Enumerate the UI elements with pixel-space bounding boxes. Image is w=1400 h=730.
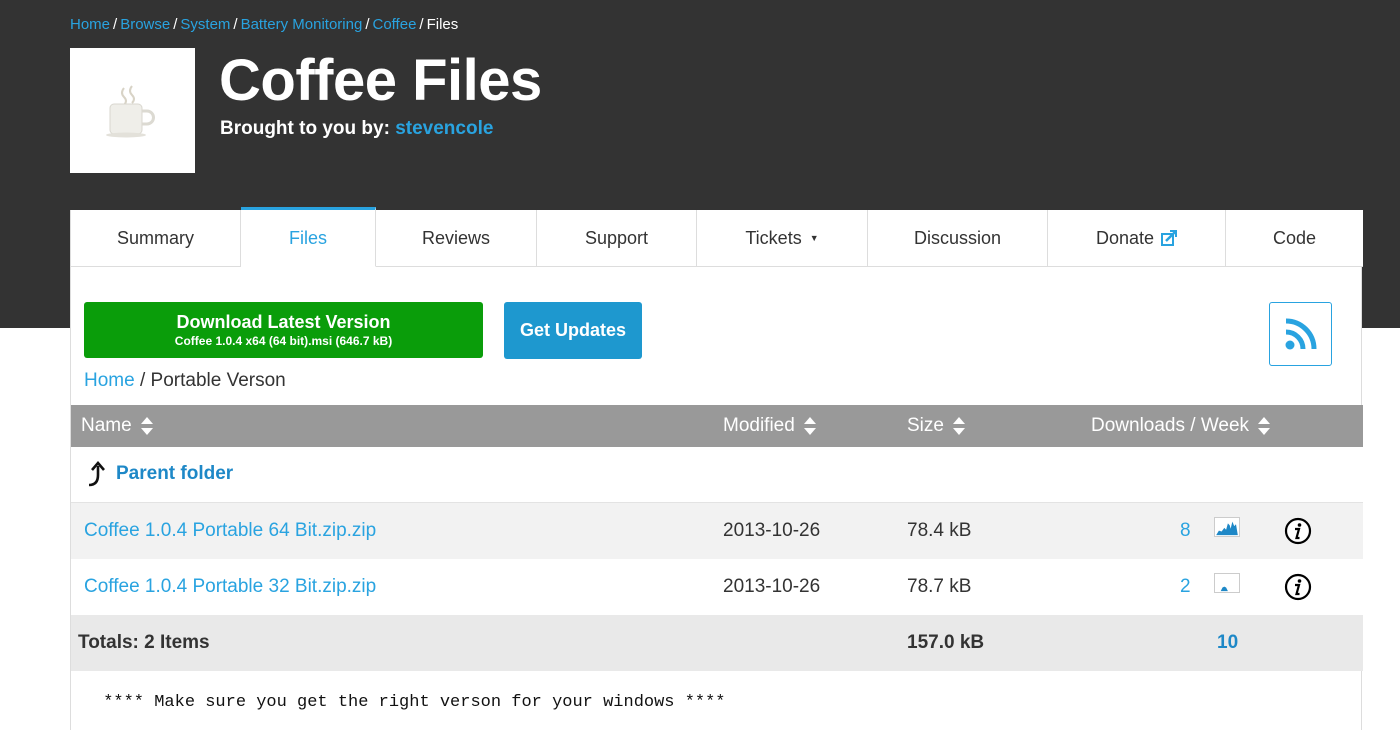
project-logo[interactable] [70,48,195,173]
sort-downloads-header[interactable]: Downloads / Week [1091,415,1271,437]
info-icon[interactable] [1284,517,1312,545]
header-label: Size [907,415,944,436]
sort-size-header[interactable]: Size [907,415,966,437]
page-title: Coffee Files [219,48,542,113]
tab-summary[interactable]: Summary [71,210,241,266]
folder-path: Home / Portable Verson [84,370,286,392]
caret-down-icon: ▼ [809,233,819,243]
file-name-link[interactable]: Coffee 1.0.4 Portable 32 Bit.zip.zip [84,576,376,598]
breadcrumb: Home / Browse / System / Battery Monitoring / Co… [70,16,458,33]
path-current: Portable Verson [150,370,286,391]
download-button-filename: Coffee 1.0.4 x64 (64 bit).msi (646.7 kB) [174,334,393,348]
download-stats-chart-icon[interactable] [1214,517,1240,537]
tab-code[interactable]: Code [1226,210,1363,266]
breadcrumb-current: Files [426,16,459,33]
sort-icon [140,417,153,435]
tab-label: Summary [116,227,194,248]
tab-label: Donate [1095,227,1155,248]
tab-label: Reviews [421,227,491,248]
breadcrumb-coffee-link[interactable]: Coffee [372,16,416,33]
sort-icon [952,417,965,435]
rss-feed-button[interactable] [1269,302,1332,366]
project-tabs: Summary Files Reviews Support Tickets ▼ D… [71,207,1363,267]
file-size: 78.7 kB [907,576,972,597]
download-button-label: Download Latest Version [176,312,391,332]
parent-folder-row[interactable]: Parent folder [71,447,1363,503]
author-line: Brought to you by: stevencole [220,118,493,140]
info-icon[interactable] [1284,573,1312,601]
download-count-link[interactable]: 8 [1180,520,1191,542]
table-row: Coffee 1.0.4 Portable 64 Bit.zip.zip 201… [71,503,1363,559]
header-label: Modified [723,415,795,436]
get-updates-button[interactable]: Get Updates [504,302,642,359]
file-modified: 2013-10-26 [723,520,821,541]
download-count-link[interactable]: 2 [1180,576,1191,598]
sort-modified-header[interactable]: Modified [723,415,817,437]
breadcrumb-browse-link[interactable]: Browse [120,16,170,33]
file-name-link[interactable]: Coffee 1.0.4 Portable 64 Bit.zip.zip [84,520,376,542]
totals-size: 157.0 kB [907,632,985,653]
tab-donate[interactable]: Donate [1048,210,1226,266]
parent-folder-link[interactable]: Parent folder [116,463,233,485]
brought-label: Brought to you by: [220,118,390,139]
tab-reviews[interactable]: Reviews [376,210,537,266]
file-size: 78.4 kB [907,520,972,541]
breadcrumb-separator: / [365,16,370,33]
external-edit-icon [1161,230,1178,246]
header-label: Name [81,415,132,436]
sort-icon [803,417,816,435]
download-stats-chart-icon[interactable] [1214,573,1240,593]
coffee-cup-icon [106,85,155,138]
tab-label: Support [584,227,649,248]
totals-downloads: 10 [1217,632,1239,653]
author-link[interactable]: stevencole [395,118,493,139]
tab-label: Code [1272,227,1317,248]
tab-label: Discussion [913,227,1002,248]
breadcrumb-battery-monitoring-link[interactable]: Battery Monitoring [241,16,363,33]
readme-text: **** Make sure you get the right verson … [93,693,726,712]
breadcrumb-separator: / [233,16,238,33]
breadcrumb-separator: / [419,16,424,33]
breadcrumb-separator: / [113,16,118,33]
totals-label: Totals: 2 Items [78,632,210,653]
header-label: Downloads / Week [1091,415,1250,436]
rss-icon [1285,318,1316,350]
file-modified: 2013-10-26 [723,576,821,597]
sort-icon [1258,417,1271,435]
table-row: Coffee 1.0.4 Portable 32 Bit.zip.zip 201… [71,559,1363,615]
totals-row: Totals: 2 Items 157.0 kB 10 [71,615,1363,671]
tab-files[interactable]: Files [241,207,376,267]
download-latest-button[interactable]: Download Latest Version Coffee 1.0.4 x64… [84,302,483,358]
breadcrumb-system-link[interactable]: System [180,16,230,33]
breadcrumb-home-link[interactable]: Home [70,16,110,33]
tab-label: Tickets [745,227,802,248]
breadcrumb-separator: / [173,16,178,33]
path-home-link[interactable]: Home [84,370,135,391]
tab-label: Files [288,227,327,248]
tab-support[interactable]: Support [537,210,697,266]
parent-folder-icon [88,461,105,487]
sort-name-header[interactable]: Name [81,415,154,437]
path-separator: / [139,370,146,391]
files-panel: Summary Files Reviews Support Tickets ▼ D… [70,207,1363,730]
tab-discussion[interactable]: Discussion [868,210,1048,266]
tab-tickets[interactable]: Tickets ▼ [697,210,868,266]
files-table-header: Name Modified Size Downloads / Week [71,405,1363,447]
